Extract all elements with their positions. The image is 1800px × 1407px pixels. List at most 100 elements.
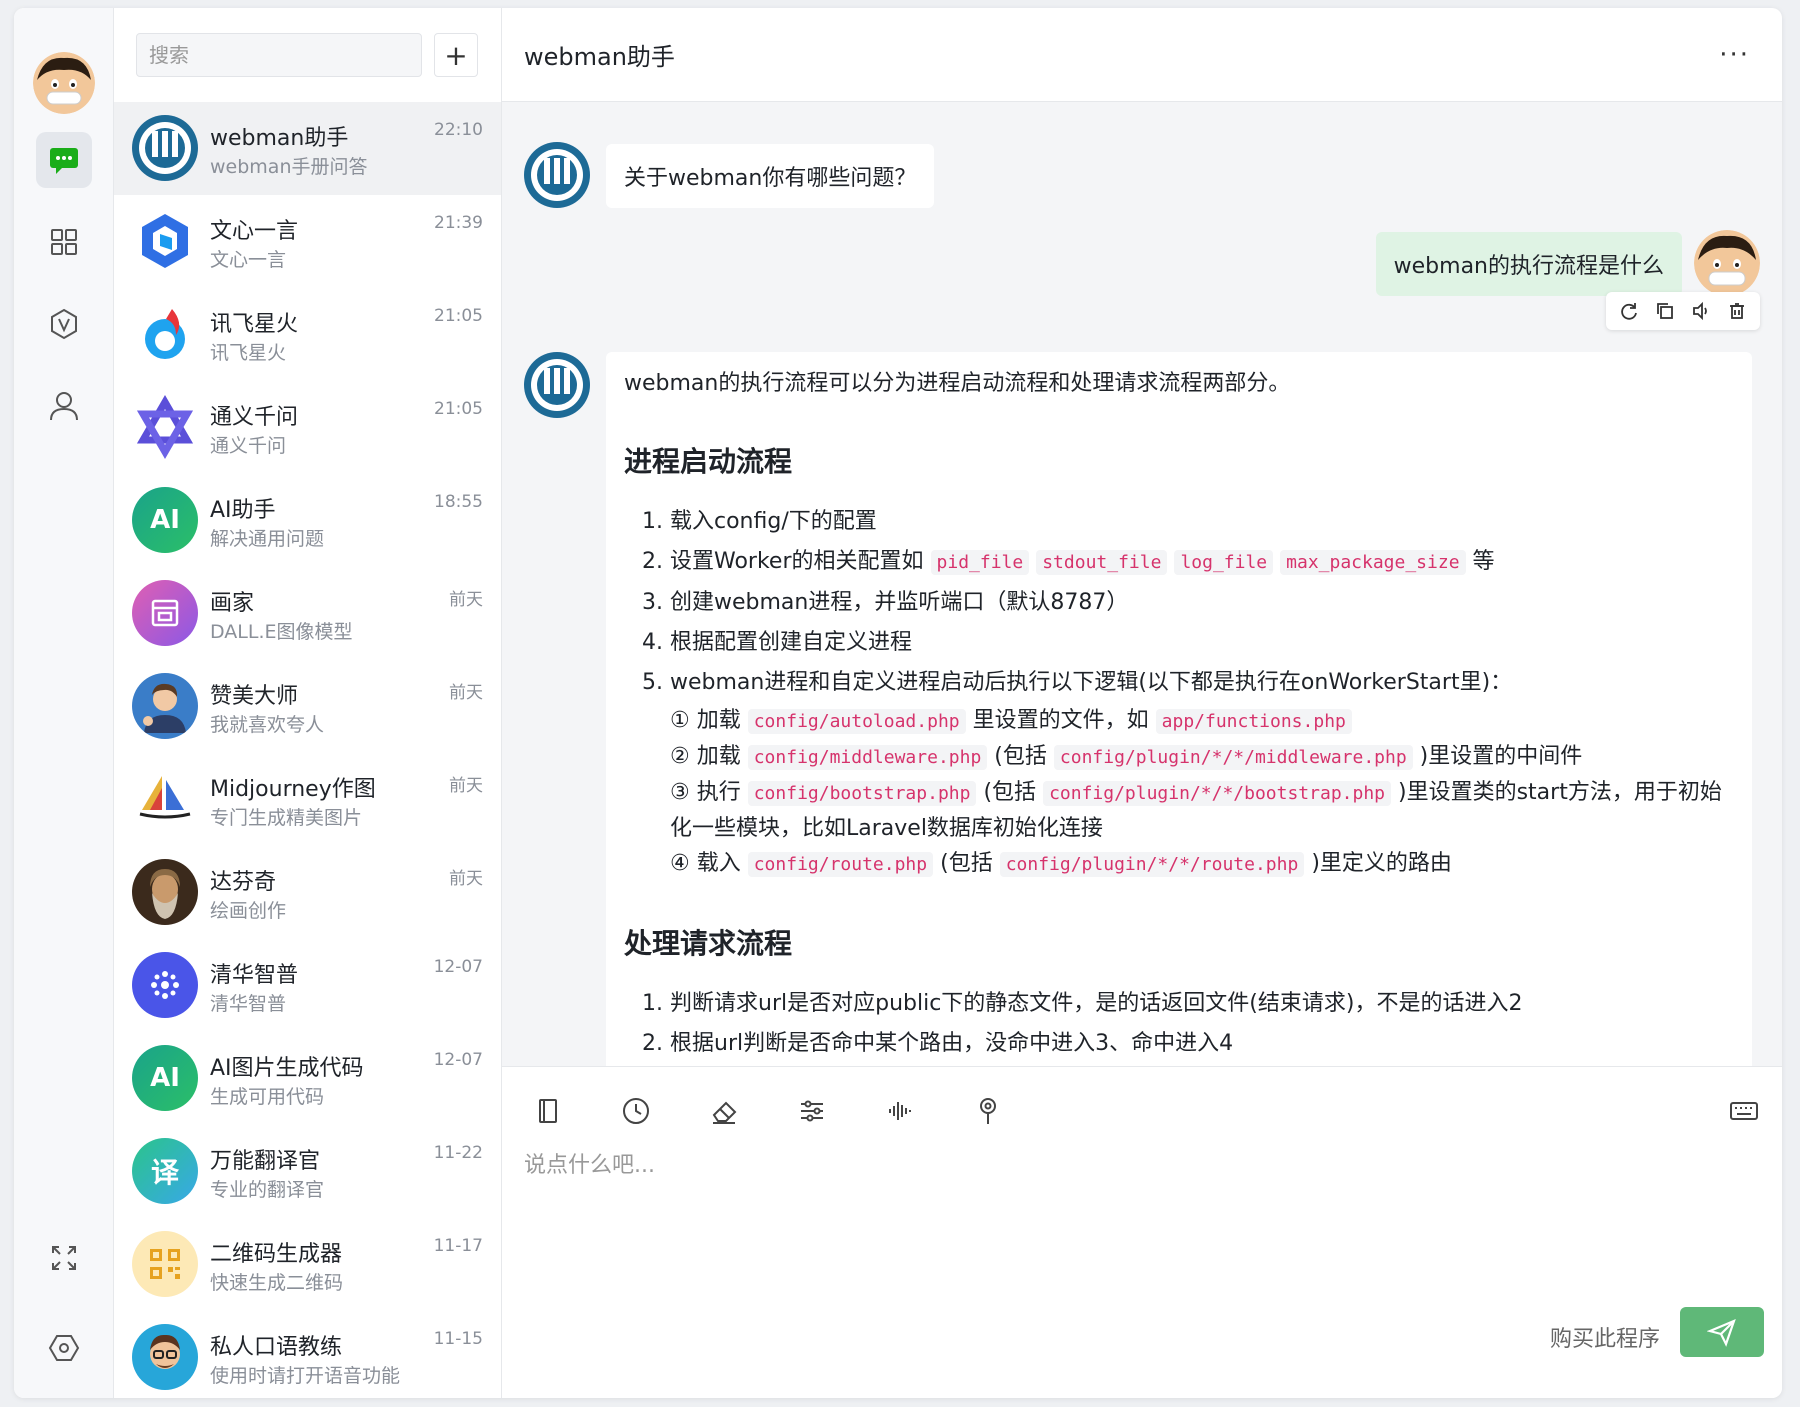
clock-icon (623, 1098, 649, 1124)
fullscreen-button[interactable] (36, 1230, 92, 1286)
sub-step-text: ④ 载入 (670, 851, 741, 876)
contact-item-webman[interactable]: webman助手 webman手册问答 22:10 (114, 102, 501, 195)
contact-time: 前天 (449, 776, 483, 796)
contact-item-davinci[interactable]: 达芬奇 绘画创作 前天 (114, 846, 501, 939)
notebook-icon (539, 1099, 557, 1123)
contact-time: 11-22 (433, 1143, 483, 1163)
contact-item-zhipu[interactable]: 清华智普 清华智普 12-07 (114, 939, 501, 1032)
bot-greeting-bubble: 关于webman你有哪些问题？ (606, 144, 935, 208)
location-tool-button[interactable] (972, 1095, 1004, 1127)
vip-v-icon (51, 308, 77, 340)
delete-icon[interactable] (1726, 300, 1748, 322)
inline-code: config/plugin/*/*/route.php (999, 852, 1305, 877)
sub-step: ② 加载 config/middleware.php (包括 config/pl… (670, 739, 1734, 775)
midjourney-sailboat-icon (132, 766, 198, 832)
contact-subtitle: 快速生成二维码 (210, 1272, 344, 1294)
contact-time: 12-07 (433, 957, 483, 977)
inline-code: log_file (1174, 550, 1274, 575)
step-item: 载入config/下的配置 (670, 502, 1734, 542)
nav-apps-button[interactable] (36, 214, 92, 270)
nav-rail (14, 8, 114, 1398)
contact-item-ai-image-code[interactable]: AI AI图片生成代码 生成可用代码 12-07 (114, 1032, 501, 1125)
voice-tool-button[interactable] (884, 1095, 916, 1127)
step-text: 设置Worker的相关配置如 (670, 549, 924, 574)
contact-time: 前天 (449, 869, 483, 889)
contact-item-coach[interactable]: 私人口语教练 使用时请打开语音功能 11-15 (114, 1311, 501, 1398)
search-input[interactable] (136, 33, 422, 77)
inline-code: config/route.php (747, 852, 934, 877)
contact-name: 文心一言 (210, 219, 299, 244)
eraser-icon (712, 1101, 737, 1124)
contact-time: 21:39 (434, 213, 483, 233)
contact-item-xunfei[interactable]: 讯飞星火 讯飞星火 21:05 (114, 288, 501, 381)
history-tool-button[interactable] (620, 1095, 652, 1127)
contact-subtitle: 解决通用问题 (210, 528, 325, 550)
davinci-avatar (132, 859, 198, 925)
contact-item-painter[interactable]: 画家 DALL.E图像模型 前天 (114, 567, 501, 660)
contact-time: 11-15 (433, 1329, 483, 1349)
regenerate-icon[interactable] (1618, 300, 1640, 322)
contact-time: 22:10 (434, 120, 483, 140)
bot-avatar (524, 352, 590, 418)
more-options-button[interactable]: ··· (1719, 40, 1760, 70)
contact-name: AI助手 (210, 498, 276, 523)
step-item: 设置Worker的相关配置如 pid_file stdout_file log_… (670, 542, 1734, 583)
sub-step: ④ 载入 config/route.php (包括 config/plugin/… (670, 846, 1734, 882)
settings-tool-button[interactable] (796, 1095, 828, 1127)
settings-button[interactable] (36, 1320, 92, 1376)
contact-name: 私人口语教练 (210, 1335, 343, 1360)
request-steps: 判断请求url是否对应public下的静态文件，是的话返回文件(结束请求)，不是… (670, 984, 1734, 1064)
inline-code: stdout_file (1036, 550, 1168, 575)
conversation-list: + webman助手 webman手册问答 22:10 文心一言 文心一言 21… (114, 8, 502, 1398)
contact-time: 前天 (449, 683, 483, 703)
contact-item-wenxin[interactable]: 文心一言 文心一言 21:39 (114, 195, 501, 288)
add-chat-button[interactable]: + (434, 33, 478, 77)
contact-subtitle: 清华智普 (210, 993, 287, 1015)
contact-subtitle: 绘画创作 (210, 900, 287, 922)
sub-step: ① 加载 config/autoload.php 里设置的文件，如 app/fu… (670, 703, 1734, 739)
step-item: 判断请求url是否对应public下的静态文件，是的话返回文件(结束请求)，不是… (670, 984, 1734, 1024)
contact-item-tongyi[interactable]: 通义千问 通义千问 21:05 (114, 381, 501, 474)
buy-program-link[interactable]: 购买此程序 (1550, 1321, 1660, 1353)
contact-subtitle: 专门生成精美图片 (210, 807, 363, 829)
search-bar: + (114, 8, 501, 102)
webman-logo-icon (132, 115, 198, 181)
keyboard-toggle-button[interactable] (1728, 1095, 1760, 1127)
contact-name: Midjourney作图 (210, 777, 376, 802)
contact-item-midjourney[interactable]: Midjourney作图 专门生成精美图片 前天 (114, 753, 501, 846)
paper-plane-icon (1707, 1319, 1736, 1347)
contact-subtitle: 我就喜欢夸人 (210, 714, 325, 736)
nav-vip-button[interactable] (36, 296, 92, 352)
sub-step-text: (包括 (994, 744, 1047, 769)
contact-time: 12-07 (433, 1050, 483, 1070)
speaker-icon[interactable] (1690, 300, 1712, 322)
sub-step-text: ① 加载 (670, 708, 741, 733)
sub-step-text: (包括 (983, 780, 1037, 805)
user-avatar[interactable] (33, 52, 95, 114)
expand-icon (52, 1246, 76, 1270)
contact-item-praise[interactable]: 赞美大师 我就喜欢夸人 前天 (114, 660, 501, 753)
contact-name: 赞美大师 (210, 684, 299, 709)
sliders-icon (801, 1100, 823, 1122)
clear-tool-button[interactable] (708, 1095, 740, 1127)
inline-code: config/bootstrap.php (747, 781, 977, 806)
praise-avatar (132, 673, 198, 739)
inline-code: max_package_size (1280, 550, 1466, 575)
inline-code: app/functions.php (1155, 709, 1352, 734)
contact-item-qrcode[interactable]: 二维码生成器 快速生成二维码 11-17 (114, 1218, 501, 1311)
step-item: 创建webman进程，并监听端口（默认8787） (670, 583, 1734, 623)
message-input[interactable] (524, 1145, 1724, 1185)
notebook-tool-button[interactable] (532, 1095, 564, 1127)
send-button[interactable] (1680, 1307, 1764, 1357)
step-text: webman进程和自定义进程启动后执行以下逻辑(以下都是执行在onWorkerS… (670, 670, 1513, 695)
sub-step-text: )里定义的路由 (1311, 851, 1452, 876)
contact-name: AI图片生成代码 (210, 1056, 364, 1081)
nav-chat-button[interactable] (36, 132, 92, 188)
contact-item-ai-assistant[interactable]: AI AI助手 解决通用问题 18:55 (114, 474, 501, 567)
composer: 购买此程序 (502, 1066, 1782, 1398)
contact-name: webman助手 (210, 126, 349, 151)
copy-icon[interactable] (1654, 300, 1676, 322)
chat-title: webman助手 (524, 43, 675, 71)
nav-profile-button[interactable] (36, 378, 92, 434)
contact-item-translator[interactable]: 译 万能翻译官 专业的翻译官 11-22 (114, 1125, 501, 1218)
